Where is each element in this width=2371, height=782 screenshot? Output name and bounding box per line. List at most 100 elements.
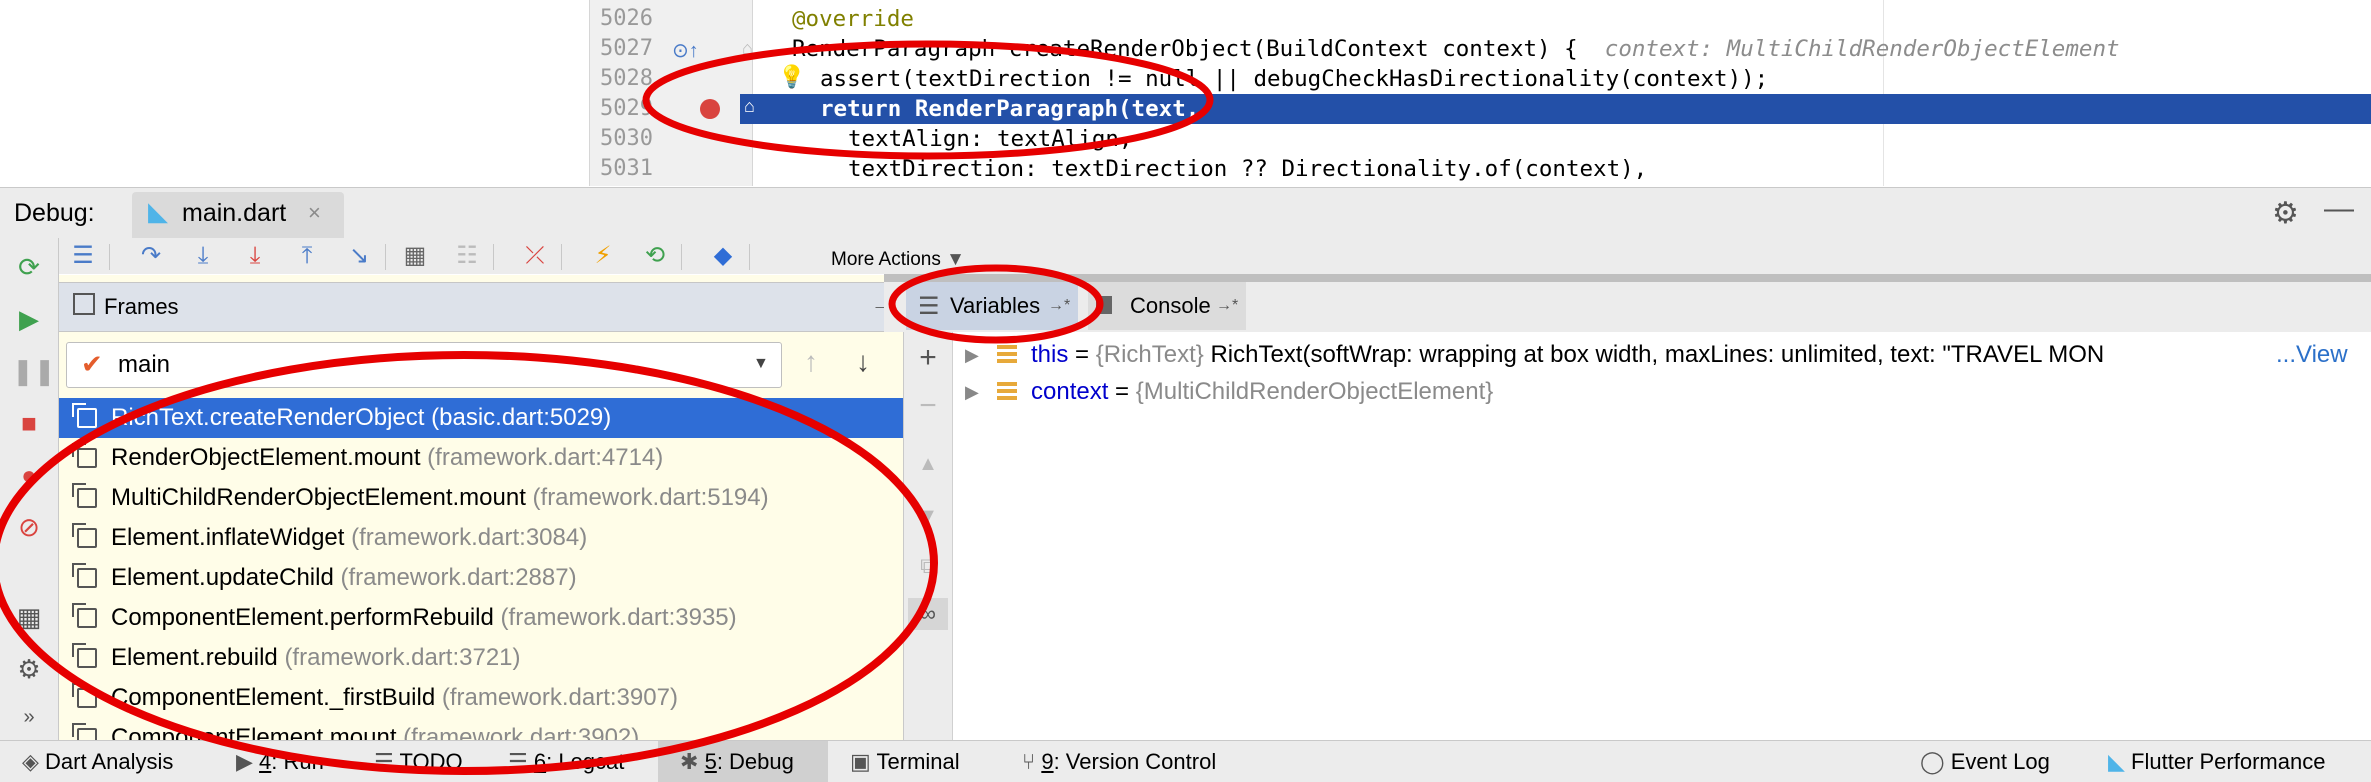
gear-icon[interactable]: ⚙ [2272, 196, 2299, 231]
line-number: 5028 [600, 66, 653, 91]
pin-icon[interactable]: →* [1048, 282, 1070, 330]
view-breakpoints-icon[interactable]: ● [12, 458, 46, 492]
force-step-into-icon[interactable]: ⤓ [239, 240, 271, 272]
more-icon[interactable]: » [12, 700, 46, 734]
variables-icon: ☰ [918, 293, 940, 320]
frame-row[interactable]: Element.rebuild (framework.dart:3721) [59, 638, 903, 678]
stop-icon[interactable]: ■ [12, 406, 46, 440]
debug-side-toolbar: ⟳ ▶ ❚❚ ■ ● ⊘ ▦ ⚙ » [0, 238, 59, 740]
dart-analysis-label: Dart Analysis [45, 749, 174, 774]
run-button[interactable]: ▶ 4: Run [236, 741, 324, 782]
variable-row[interactable]: ▶ context = {MultiChildRenderObjectEleme… [953, 374, 2371, 410]
run-label: : Run [271, 749, 324, 774]
move-up-icon[interactable]: ▲ [912, 448, 944, 480]
checkmark-icon: ✔ [81, 349, 103, 379]
flutter-performance-label: Flutter Performance [2131, 749, 2326, 774]
frame-icon [72, 483, 97, 508]
variable-row[interactable]: ▶ this = {RichText} RichText(softWrap: w… [953, 337, 2371, 373]
lightbulb-icon[interactable]: 💡 [778, 64, 805, 90]
hot-restart-icon[interactable]: ⟲ [639, 240, 671, 272]
terminal-label: Terminal [876, 749, 960, 774]
thread-selector[interactable]: ✔ ▼ [66, 342, 782, 388]
toolbar-separator [493, 244, 494, 270]
frame-location: (framework.dart:3084) [351, 524, 588, 551]
frame-row-selected[interactable]: RichText.createRenderObject (basic.dart:… [59, 398, 903, 438]
show-execution-point-icon[interactable]: ☰ [67, 240, 99, 272]
drop-frame-icon[interactable]: ⤫ [519, 240, 551, 272]
view-link[interactable]: ...View [2276, 337, 2348, 373]
frame-row[interactable]: ComponentElement.mount (framework.dart:3… [59, 718, 903, 740]
variable-text: context = {MultiChildRenderObjectElement… [1031, 374, 1493, 410]
todo-button[interactable]: ☰ TODO [374, 741, 463, 782]
flutter-icon: ◣ [148, 196, 168, 226]
add-watch-icon[interactable]: + [912, 342, 944, 374]
settings-icon[interactable]: ⚙ [12, 652, 46, 686]
variable-type: {RichText} [1095, 341, 1204, 368]
watches-icon[interactable]: ∞ [908, 598, 948, 630]
mute-breakpoints-icon[interactable]: ⊘ [12, 510, 46, 544]
toolbar-separator [385, 244, 386, 270]
code-text: textAlign: textAlign, [848, 126, 1133, 152]
logcat-icon: ☰ [508, 749, 528, 774]
next-frame-icon[interactable]: ↓ [856, 346, 870, 378]
resume-icon[interactable]: ▶ [12, 302, 46, 336]
debug-session-tab-label: main.dart [182, 199, 287, 227]
frame-row[interactable]: RenderObjectElement.mount (framework.dar… [59, 438, 903, 478]
step-over-icon[interactable]: ↷ [135, 240, 167, 272]
override-marker-icon[interactable]: ⊙↑ [672, 38, 699, 63]
logcat-button[interactable]: ☰ 6: Logcat [508, 741, 624, 782]
frame-row[interactable]: ComponentElement.performRebuild (framewo… [59, 598, 903, 638]
frame-icon [72, 643, 97, 668]
frame-label: ComponentElement.performRebuild (framewo… [111, 598, 737, 638]
fold-marker-icon[interactable]: ⌂ [742, 38, 753, 59]
debug-shortcut: 5 [704, 749, 717, 774]
variables-toolbar: + − ▲ ▼ ⧉ ∞ [904, 332, 953, 740]
rerun-icon[interactable]: ⟳ [12, 250, 46, 284]
close-icon[interactable]: × [308, 188, 321, 238]
flutter-inspector-icon[interactable]: ◆ [707, 240, 739, 272]
tab-console-label: Console [1130, 293, 1211, 318]
debug-button[interactable]: ✱ 5: Debug [680, 741, 794, 782]
evaluate-expression-icon[interactable]: ▦ [399, 240, 431, 272]
tabs-top-border [884, 274, 2371, 282]
flutter-icon: ◣ [2108, 749, 2125, 774]
tab-variables[interactable]: ☰ Variables →* [906, 282, 1078, 330]
step-into-icon[interactable]: ⤓ [187, 240, 219, 272]
frames-title: Frames [104, 294, 179, 319]
chevron-down-icon: ▼ [946, 249, 965, 270]
frame-label: RenderObjectElement.mount (framework.dar… [111, 438, 663, 478]
more-actions-label: More Actions [831, 249, 941, 270]
dart-analysis-button[interactable]: ◈ Dart Analysis [22, 741, 173, 782]
frame-function: Element.updateChild [111, 564, 334, 591]
trace-icon[interactable]: ☷ [451, 240, 483, 272]
pin-icon[interactable]: →* [1216, 282, 1238, 330]
layout-icon[interactable]: ▦ [12, 600, 46, 634]
terminal-button[interactable]: ▣ Terminal [850, 741, 960, 782]
frame-icon [72, 523, 97, 548]
hot-reload-icon[interactable]: ⚡ [587, 240, 619, 272]
frame-row[interactable]: Element.updateChild (framework.dart:2887… [59, 558, 903, 598]
frame-function: Element.rebuild [111, 644, 278, 671]
frame-row[interactable]: MultiChildRenderObjectElement.mount (fra… [59, 478, 903, 518]
tab-console[interactable]: Console →* [1088, 282, 1246, 330]
previous-frame-icon[interactable]: ↑ [804, 346, 818, 378]
fold-marker-icon[interactable]: ⌂ [744, 96, 755, 117]
version-control-button[interactable]: ⑂ 9: Version Control [1022, 741, 1216, 782]
frame-location: (framework.dart:3902) [403, 724, 640, 740]
pause-icon[interactable]: ❚❚ [12, 354, 56, 388]
event-log-button[interactable]: ◯ Event Log [1920, 741, 2050, 782]
step-out-icon[interactable]: ⤒ [291, 240, 323, 272]
frame-row[interactable]: ComponentElement._firstBuild (framework.… [59, 678, 903, 718]
equals-sign: = [1068, 341, 1096, 368]
minimize-icon[interactable]: — [2324, 192, 2354, 226]
remove-watch-icon[interactable]: − [912, 390, 944, 422]
flutter-performance-button[interactable]: ◣ Flutter Performance [2108, 741, 2325, 782]
run-to-cursor-icon[interactable]: ↘ [343, 240, 375, 272]
move-down-icon[interactable]: ▼ [912, 500, 944, 532]
line-number: 5031 [600, 156, 653, 181]
frame-row[interactable]: Element.inflateWidget (framework.dart:30… [59, 518, 903, 558]
copy-icon[interactable]: ⧉ [912, 550, 944, 582]
breakpoint-icon[interactable] [700, 99, 720, 119]
expand-icon[interactable]: ▶ [965, 337, 979, 373]
expand-icon[interactable]: ▶ [965, 374, 979, 410]
